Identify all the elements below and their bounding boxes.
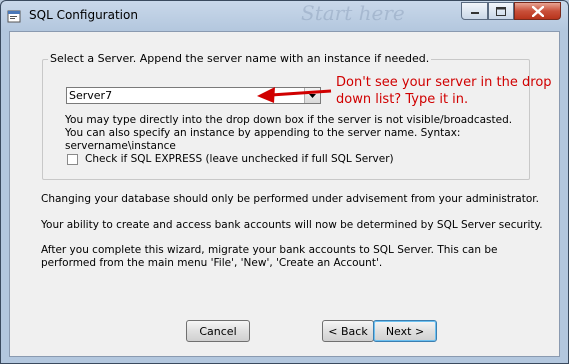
next-button[interactable]: Next >	[373, 320, 437, 342]
app-icon	[7, 10, 21, 23]
server-hint-text: You may type directly into the drop down…	[65, 114, 513, 152]
sql-express-label[interactable]: Check if SQL EXPRESS (leave unchecked if…	[85, 153, 394, 165]
combobox-dropdown-button[interactable]	[304, 88, 320, 103]
annotation-callout: Don't see your server in the drop down l…	[336, 75, 552, 107]
sql-express-checkbox[interactable]	[67, 154, 78, 165]
close-icon	[531, 5, 544, 17]
migration-text: After you complete this wizard, migrate …	[41, 244, 498, 269]
server-group-legend: Select a Server. Append the server name …	[48, 52, 432, 65]
security-text: Your ability to create and access bank a…	[41, 219, 543, 231]
server-combobox[interactable]: Server7	[66, 87, 321, 104]
chevron-down-icon	[309, 93, 316, 98]
title-watermark: Start here	[301, 1, 405, 25]
maximize-button[interactable]	[488, 2, 514, 20]
close-button[interactable]	[514, 2, 561, 20]
back-button[interactable]: < Back	[322, 320, 374, 342]
window-title: SQL Configuration	[29, 8, 138, 22]
maximize-icon	[496, 6, 506, 16]
cancel-button[interactable]: Cancel	[186, 320, 250, 342]
sql-configuration-window: Start here SQL Configuration Select a Se…	[0, 0, 569, 364]
minimize-icon	[470, 12, 479, 14]
title-bar[interactable]: Start here SQL Configuration	[1, 1, 568, 31]
server-combobox-value[interactable]: Server7	[69, 89, 112, 102]
minimize-button[interactable]	[461, 2, 488, 20]
advisement-text: Changing your database should only be pe…	[41, 193, 539, 205]
